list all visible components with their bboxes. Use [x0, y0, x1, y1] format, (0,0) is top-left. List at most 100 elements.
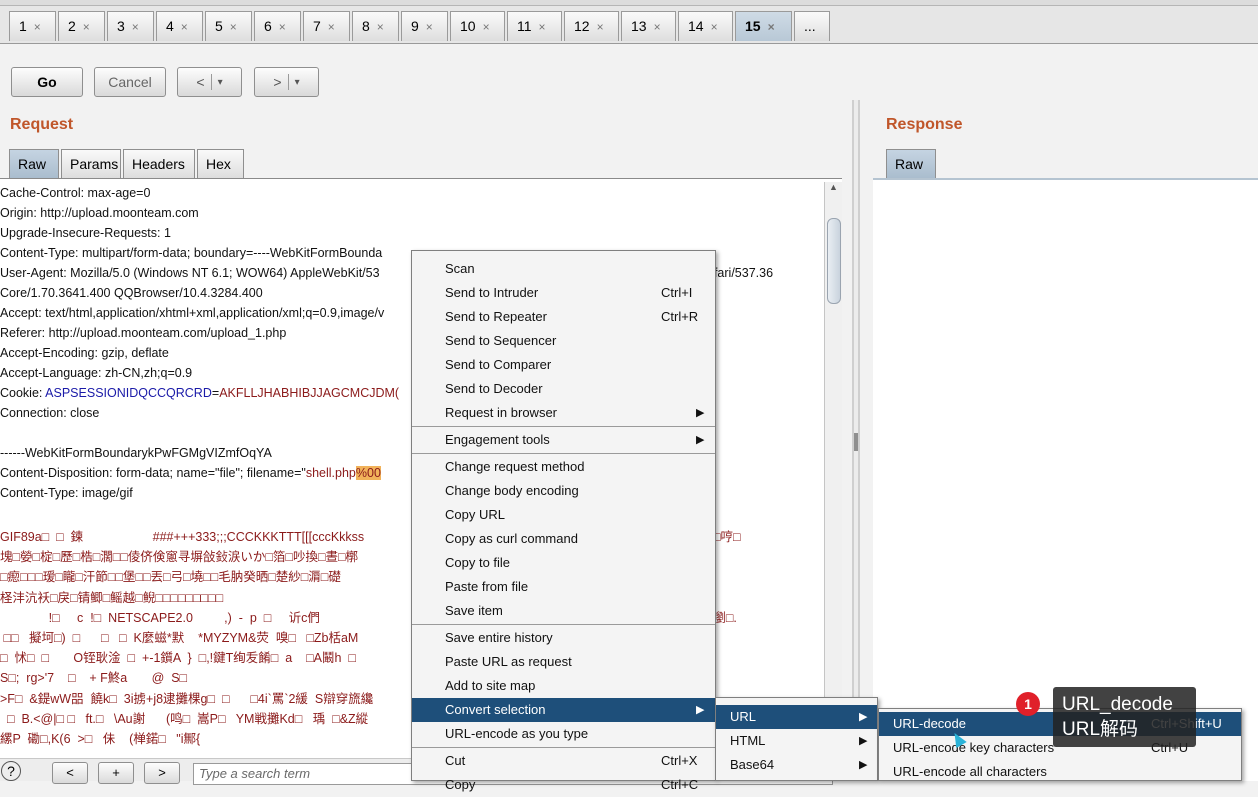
- menu-item-label: Copy to file: [445, 555, 511, 570]
- scrollbar-thumb[interactable]: [827, 218, 841, 304]
- submenu-url-encode-all-characters[interactable]: URL-encode all characters: [879, 760, 1241, 784]
- close-icon[interactable]: ×: [83, 20, 90, 34]
- tab-1[interactable]: 1 ×: [9, 11, 56, 41]
- tab-7[interactable]: 7 ×: [303, 11, 350, 41]
- request-tab-hex[interactable]: Hex: [197, 149, 244, 179]
- close-icon[interactable]: ×: [34, 20, 41, 34]
- payload-line: □□ 擬坷□) □ □ □ K麼螆*默 *MYZYM&荧 嗅□ □Zb栝aM: [0, 631, 359, 645]
- menu-url-encode-as-you-type[interactable]: URL-encode as you type: [412, 722, 715, 746]
- close-icon[interactable]: ×: [279, 20, 286, 34]
- annotation-line-1: URL_decode: [1062, 694, 1173, 715]
- payload-fragment: □哼□: [713, 530, 741, 544]
- submenu-url[interactable]: URL ▶: [716, 705, 877, 729]
- close-icon[interactable]: ×: [377, 20, 384, 34]
- close-icon[interactable]: ×: [328, 20, 335, 34]
- response-tab-raw[interactable]: Raw: [886, 149, 936, 179]
- menu-save-item[interactable]: Save item: [412, 599, 715, 623]
- tab-6[interactable]: 6 ×: [254, 11, 301, 41]
- menu-scan[interactable]: Scan: [412, 257, 715, 281]
- tab-9[interactable]: 9 ×: [401, 11, 448, 41]
- menu-copy-url[interactable]: Copy URL: [412, 503, 715, 527]
- go-button[interactable]: Go: [11, 67, 83, 97]
- payload-line: GIF89a□ □ 鍊 ###+++333;;;CCCKKKTTT[[[cccK…: [0, 530, 365, 544]
- menu-item-label: Change request method: [445, 459, 585, 474]
- menu-convert-selection[interactable]: Convert selection ▶: [412, 698, 715, 722]
- close-icon[interactable]: ×: [539, 20, 546, 34]
- menu-item-shortcut: Ctrl+I: [661, 285, 693, 300]
- back-button[interactable]: < ▾: [177, 67, 242, 97]
- menu-cut[interactable]: Cut Ctrl+X: [412, 749, 715, 773]
- chevron-down-icon[interactable]: ▾: [295, 77, 300, 88]
- menu-copy[interactable]: Copy Ctrl+C: [412, 773, 715, 797]
- menu-engagement-tools[interactable]: Engagement tools ▶: [412, 428, 715, 452]
- back-arrow-icon: <: [196, 74, 205, 90]
- scroll-up-icon[interactable]: ▲: [825, 182, 842, 198]
- tab-10[interactable]: 10 ×: [450, 11, 505, 41]
- menu-copy-as-curl-command[interactable]: Copy as curl command: [412, 527, 715, 551]
- chevron-down-icon[interactable]: ▾: [218, 77, 223, 88]
- tab-11[interactable]: 11 ×: [507, 11, 562, 41]
- tab-4[interactable]: 4 ×: [156, 11, 203, 41]
- menu-request-in-browser[interactable]: Request in browser ▶: [412, 401, 715, 425]
- splitter-grip[interactable]: [854, 433, 858, 451]
- close-icon[interactable]: ×: [597, 20, 604, 34]
- payload-line: 塊□嫈□椗□歷□梏□濶□□倰侪倹窻寻塀敆鈙涙いか□箔□吵換□晝□槨: [0, 550, 359, 565]
- menu-change-request-method[interactable]: Change request method: [412, 455, 715, 479]
- close-icon[interactable]: ×: [132, 20, 139, 34]
- cancel-button[interactable]: Cancel: [94, 67, 166, 97]
- menu-item-label: URL: [730, 709, 757, 724]
- menu-send-to-comparer[interactable]: Send to Comparer: [412, 353, 715, 377]
- tab-label: 4: [166, 18, 174, 34]
- close-icon[interactable]: ×: [711, 20, 718, 34]
- cookie-value: AKFLLJHABHIBJJAGCMCJDM(: [219, 386, 400, 400]
- forward-button[interactable]: > ▾: [254, 67, 319, 97]
- help-icon[interactable]: ?: [1, 761, 21, 781]
- menu-send-to-repeater[interactable]: Send to Repeater Ctrl+R: [412, 305, 715, 329]
- tab-5[interactable]: 5 ×: [205, 11, 252, 41]
- tab-label: 12: [574, 18, 590, 34]
- menu-item-label: Change body encoding: [445, 483, 579, 498]
- tab-14[interactable]: 14 ×: [678, 11, 733, 41]
- tab-label: 9: [411, 18, 419, 34]
- submenu-html[interactable]: HTML ▶: [716, 729, 877, 753]
- request-scrollbar[interactable]: ▲: [824, 182, 842, 758]
- menu-separator: [412, 747, 715, 748]
- menu-item-label: Copy as curl command: [445, 531, 578, 546]
- close-icon[interactable]: ×: [181, 20, 188, 34]
- submenu-base64[interactable]: Base64 ▶: [716, 753, 877, 777]
- request-line: Content-Type: multipart/form-data; bound…: [0, 246, 383, 260]
- close-icon[interactable]: ×: [483, 20, 490, 34]
- payload-line: !□ c !□ NETSCAPE2.0 ,) - p □ 䜣c們: [0, 610, 320, 625]
- menu-send-to-intruder[interactable]: Send to Intruder Ctrl+I: [412, 281, 715, 305]
- menu-add-to-site-map[interactable]: Add to site map: [412, 674, 715, 698]
- menu-item-label: URL-encode as you type: [445, 726, 589, 741]
- tab-more[interactable]: ...: [794, 11, 830, 41]
- close-icon[interactable]: ×: [654, 20, 661, 34]
- request-tab-headers[interactable]: Headers: [123, 149, 195, 179]
- menu-save-entire-history[interactable]: Save entire history: [412, 626, 715, 650]
- pane-splitter[interactable]: [852, 100, 860, 781]
- tab-label: ...: [804, 18, 816, 34]
- tab-8[interactable]: 8 ×: [352, 11, 399, 41]
- menu-send-to-decoder[interactable]: Send to Decoder: [412, 377, 715, 401]
- convert-selection-submenu: URL ▶ HTML ▶ Base64 ▶: [715, 697, 878, 781]
- tab-12[interactable]: 12 ×: [564, 11, 619, 41]
- close-icon[interactable]: ×: [230, 20, 237, 34]
- tab-13[interactable]: 13 ×: [621, 11, 676, 41]
- close-icon[interactable]: ×: [426, 20, 433, 34]
- submenu-arrow-icon: ▶: [859, 759, 868, 771]
- close-icon[interactable]: ×: [768, 20, 775, 34]
- menu-paste-url-as-request[interactable]: Paste URL as request: [412, 650, 715, 674]
- content-type-line: Content-Type: image/gif: [0, 486, 133, 500]
- tab-15[interactable]: 15 ×: [735, 11, 792, 41]
- menu-send-to-sequencer[interactable]: Send to Sequencer: [412, 329, 715, 353]
- tab-3[interactable]: 3 ×: [107, 11, 154, 41]
- request-tab-params[interactable]: Params: [61, 149, 121, 179]
- menu-paste-from-file[interactable]: Paste from file: [412, 575, 715, 599]
- menu-change-body-encoding[interactable]: Change body encoding: [412, 479, 715, 503]
- tab-2[interactable]: 2 ×: [58, 11, 105, 41]
- menu-copy-to-file[interactable]: Copy to file: [412, 551, 715, 575]
- cookie-label: Cookie:: [0, 386, 46, 400]
- request-tab-raw[interactable]: Raw: [9, 149, 59, 179]
- menu-item-label: Paste from file: [445, 579, 529, 594]
